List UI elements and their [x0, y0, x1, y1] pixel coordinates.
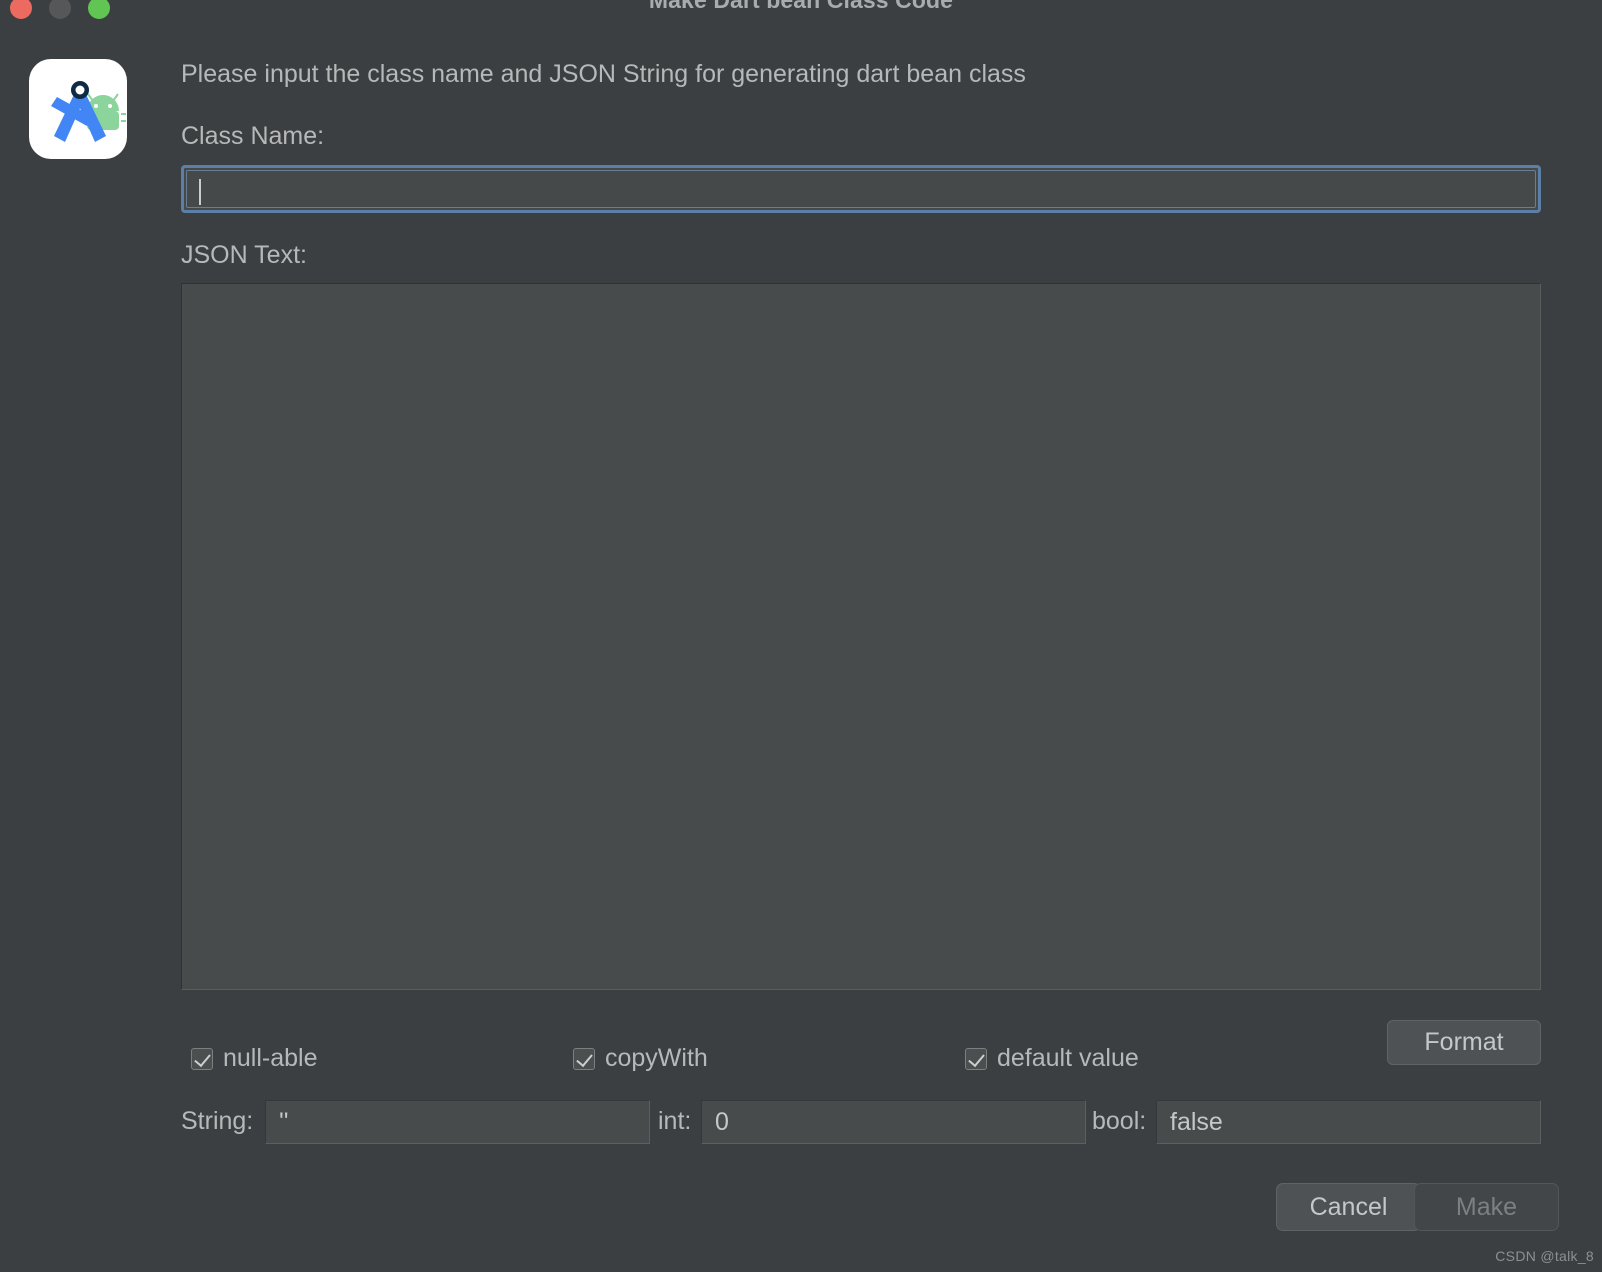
text-caret	[199, 179, 201, 205]
checkmark-icon	[573, 1047, 595, 1070]
format-button[interactable]: Format	[1387, 1020, 1541, 1065]
class-name-input-inner	[186, 170, 1536, 208]
string-default-input[interactable]: ''	[265, 1100, 650, 1144]
title-bar: Make Dart bean Class Code	[0, 0, 1602, 34]
dialog-description: Please input the class name and JSON Str…	[181, 60, 1026, 88]
checkmark-icon	[191, 1047, 213, 1070]
checkbox-null-able[interactable]: null-able	[191, 1044, 318, 1073]
int-default-label: int:	[658, 1107, 692, 1135]
json-text-input[interactable]	[181, 283, 1541, 990]
bool-default-input[interactable]: false	[1156, 1100, 1541, 1144]
window-title: Make Dart bean Class Code	[648, 0, 954, 13]
android-studio-icon	[29, 59, 127, 159]
checkmark-icon	[965, 1047, 987, 1070]
watermark: CSDN @talk_8	[1495, 1248, 1594, 1264]
class-name-label: Class Name:	[181, 122, 325, 150]
default-values-row: String: '' int: 0 bool: false	[181, 1100, 1541, 1144]
string-default-label: String:	[181, 1107, 254, 1135]
checkbox-default-value[interactable]: default value	[965, 1044, 1139, 1073]
options-row: null-able copyWith default value	[181, 1044, 1541, 1080]
json-text-label: JSON Text:	[181, 241, 307, 269]
bool-default-label: bool:	[1092, 1107, 1147, 1135]
cancel-button[interactable]: Cancel	[1276, 1183, 1421, 1231]
dialog-footer: Cancel Make	[0, 1183, 1602, 1243]
make-button[interactable]: Make	[1414, 1183, 1559, 1231]
make-dart-bean-dialog: Make Dart bean Class Code Please input t…	[0, 0, 1602, 1272]
class-name-input[interactable]	[181, 165, 1541, 213]
checkbox-copywith[interactable]: copyWith	[573, 1044, 708, 1073]
checkbox-label-default-value: default value	[997, 1044, 1139, 1072]
int-default-input[interactable]: 0	[701, 1100, 1086, 1144]
checkbox-label-copywith: copyWith	[605, 1044, 708, 1072]
checkbox-label-null-able: null-able	[223, 1044, 318, 1072]
